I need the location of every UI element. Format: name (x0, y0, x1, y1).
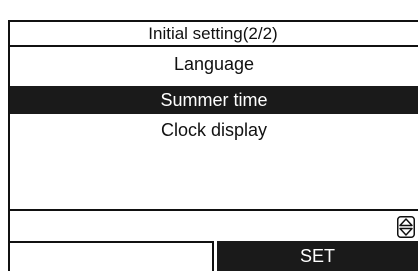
menu-item-summer-time[interactable]: Summer time (10, 86, 418, 114)
settings-screen: Initial setting(2/2) Language Summer tim… (0, 0, 418, 271)
footer-divider (8, 209, 418, 211)
menu-item-language[interactable]: Language (10, 50, 418, 78)
set-button[interactable]: SET (217, 241, 418, 271)
menu-item-clock-display[interactable]: Clock display (10, 116, 418, 144)
left-softkey-button[interactable] (8, 241, 214, 271)
page-title: Initial setting(2/2) (148, 24, 278, 43)
up-down-arrows-icon[interactable] (397, 216, 415, 238)
menu-item-label: Summer time (160, 90, 268, 110)
menu-item-label: Language (173, 54, 255, 74)
set-button-label: SET (299, 245, 335, 266)
title-bar: Initial setting(2/2) (8, 20, 418, 47)
menu-item-label: Clock display (160, 120, 268, 140)
